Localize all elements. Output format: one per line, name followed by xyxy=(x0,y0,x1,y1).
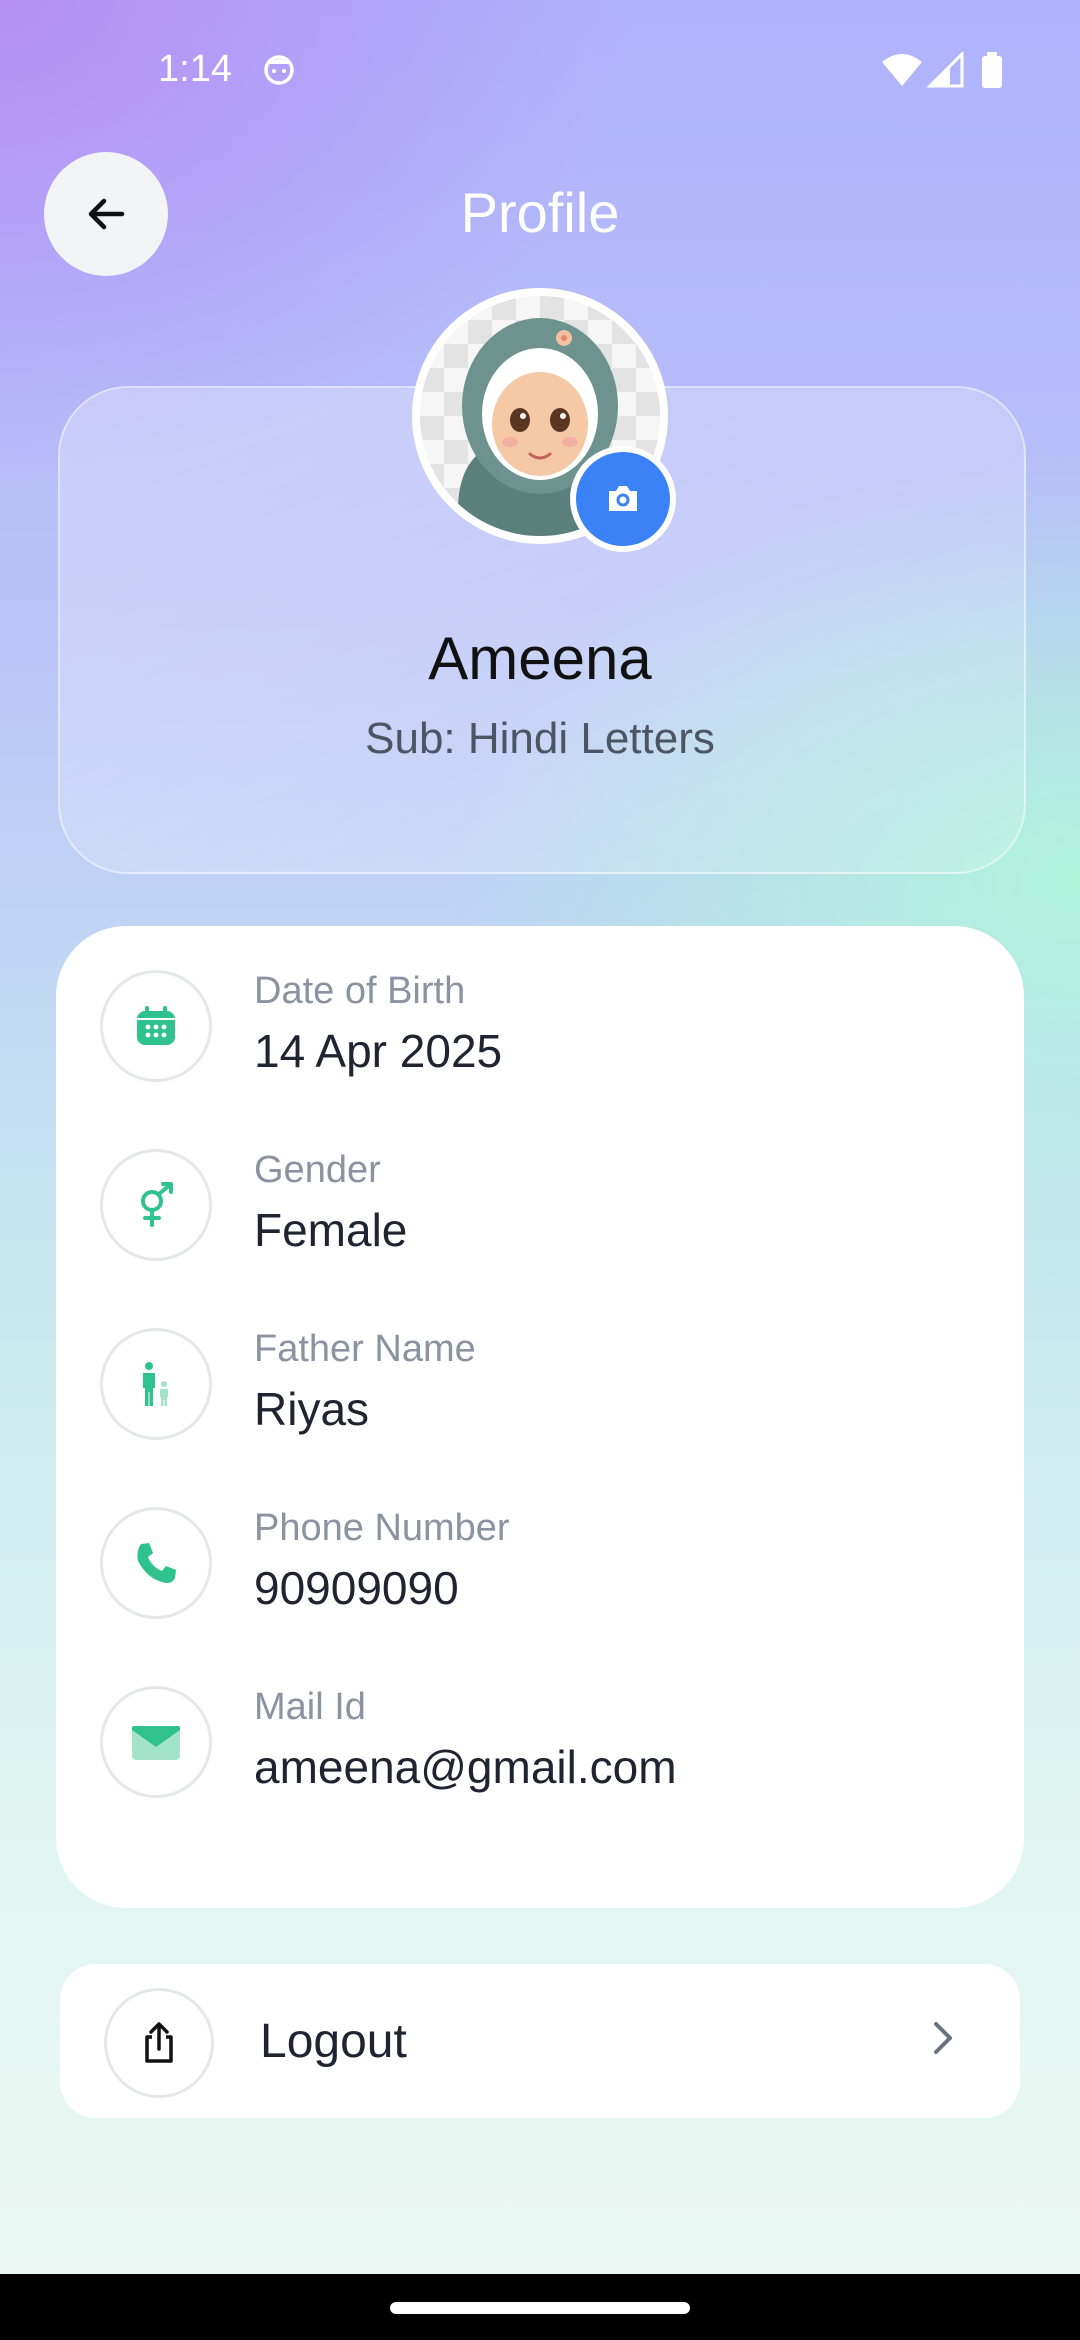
status-icons xyxy=(882,52,1002,88)
mail-icon xyxy=(132,1726,180,1760)
detail-row-dob: Date of Birth 14 Apr 2025 xyxy=(100,970,980,1082)
face-icon xyxy=(264,55,294,85)
dob-label: Date of Birth xyxy=(254,970,466,1012)
home-gesture-handle[interactable] xyxy=(390,2302,690,2314)
logout-icon-wrap xyxy=(104,1988,214,2098)
phone-value: 90909090 xyxy=(254,1562,459,1614)
parent-child-icon-wrap xyxy=(100,1328,212,1440)
gender-label: Gender xyxy=(254,1149,381,1191)
detail-row-mail: Mail Id ameena@gmail.com xyxy=(100,1686,980,1798)
phone-label: Phone Number xyxy=(254,1507,510,1549)
father-value: Riyas xyxy=(254,1383,370,1435)
parent-child-icon xyxy=(143,1362,168,1406)
change-photo-button[interactable] xyxy=(570,446,676,552)
details-card: Date of Birth 14 Apr 2025 Gender Female … xyxy=(56,926,1024,1908)
logout-label: Logout xyxy=(260,2015,407,2068)
detail-row-phone: Phone Number 90909090 xyxy=(100,1507,980,1619)
phone-icon xyxy=(137,1543,176,1583)
mail-icon-wrap xyxy=(100,1686,212,1798)
mail-value: ameena@gmail.com xyxy=(254,1741,677,1793)
status-time: 1:14 xyxy=(158,48,232,90)
share-icon xyxy=(145,2022,173,2063)
father-label: Father Name xyxy=(254,1328,476,1370)
gender-icon-wrap xyxy=(100,1149,212,1261)
chevron-right-icon xyxy=(912,2008,972,2068)
calendar-icon xyxy=(137,1006,175,1045)
detail-row-gender: Gender Female xyxy=(100,1149,980,1261)
logout-button[interactable]: Logout xyxy=(60,1964,1020,2118)
gender-value: Female xyxy=(254,1204,408,1256)
calendar-icon-wrap xyxy=(100,970,212,1082)
phone-icon-wrap xyxy=(100,1507,212,1619)
detail-row-father: Father Name Riyas xyxy=(100,1328,980,1440)
dob-value: 14 Apr 2025 xyxy=(254,1025,503,1077)
battery-icon xyxy=(982,52,1002,88)
signal-icon xyxy=(926,52,964,88)
page-title: Profile xyxy=(460,181,620,244)
gender-icon xyxy=(141,1182,173,1227)
mail-label: Mail Id xyxy=(254,1686,366,1728)
user-subject: Sub: Hindi Letters xyxy=(365,714,715,763)
camera-icon xyxy=(609,486,637,511)
wifi-icon xyxy=(882,54,922,86)
user-name: Ameena xyxy=(428,625,652,692)
